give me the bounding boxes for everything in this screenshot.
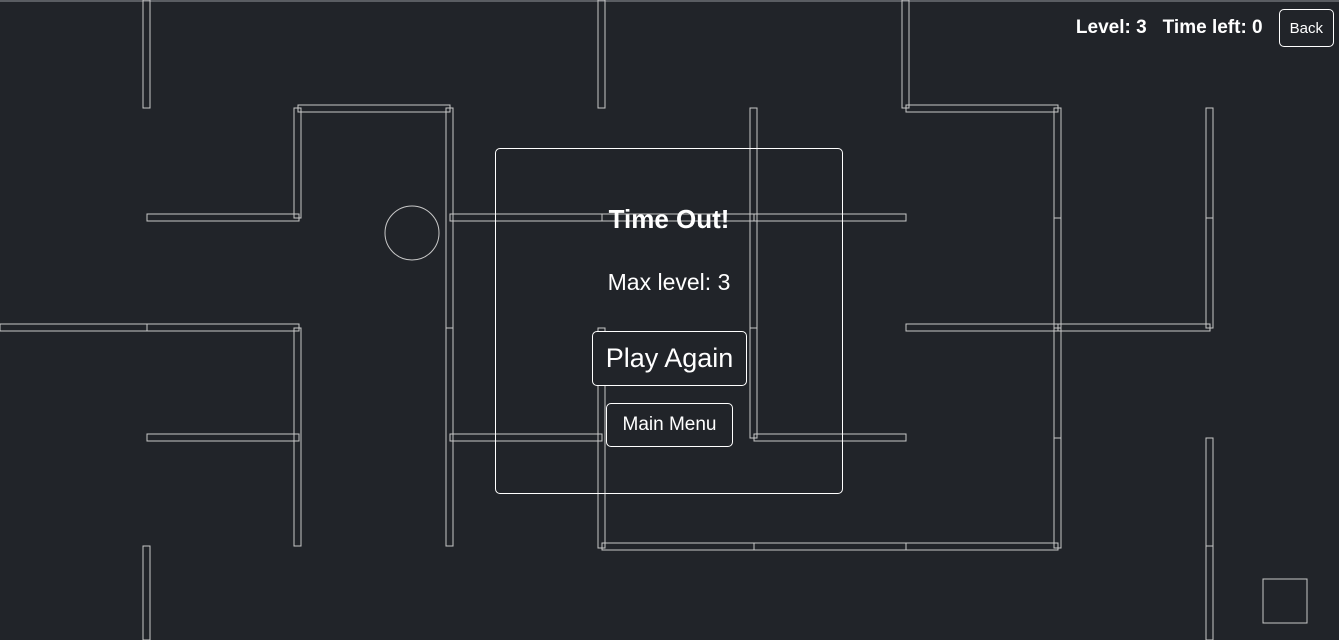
back-button[interactable]: Back [1278,9,1334,47]
time-left-indicator: Time left: 0 [1162,17,1263,38]
max-level-text: Max level: 3 [607,269,731,295]
maze-wall [901,0,910,109]
maze-wall [297,104,451,113]
maze-wall [1053,107,1062,219]
maze-wall [905,542,1059,551]
maze-wall [142,545,151,640]
maze-wall [0,323,148,332]
time-out-dialog: Time Out! Max level: 3 Play Again Main M… [495,148,843,494]
maze-wall [1053,217,1062,329]
maze-wall [293,327,302,547]
main-menu-button[interactable]: Main Menu [606,403,733,447]
maze-wall [753,542,907,551]
maze-wall [146,323,300,332]
maze-wall [597,0,606,109]
player-ball [384,205,440,261]
maze-wall [1205,217,1214,329]
maze-wall [905,323,1059,332]
maze-wall [146,213,300,222]
game-hud: Level: 3 Time left: 0 Back [1076,9,1334,47]
maze-wall [146,433,300,442]
maze-wall [1205,437,1214,547]
maze-wall [142,0,151,109]
maze-wall [1053,437,1062,549]
maze-wall [1205,107,1214,219]
maze-wall [293,107,302,219]
level-indicator: Level: 3 [1075,17,1147,38]
maze-wall [905,104,1059,113]
maze-wall [601,542,755,551]
dialog-title: Time Out! [608,204,730,234]
maze-exit-goal [1262,578,1308,624]
maze-wall [1053,327,1062,439]
maze-wall [1057,323,1211,332]
maze-wall [1205,545,1214,640]
play-again-button[interactable]: Play Again [592,331,747,386]
